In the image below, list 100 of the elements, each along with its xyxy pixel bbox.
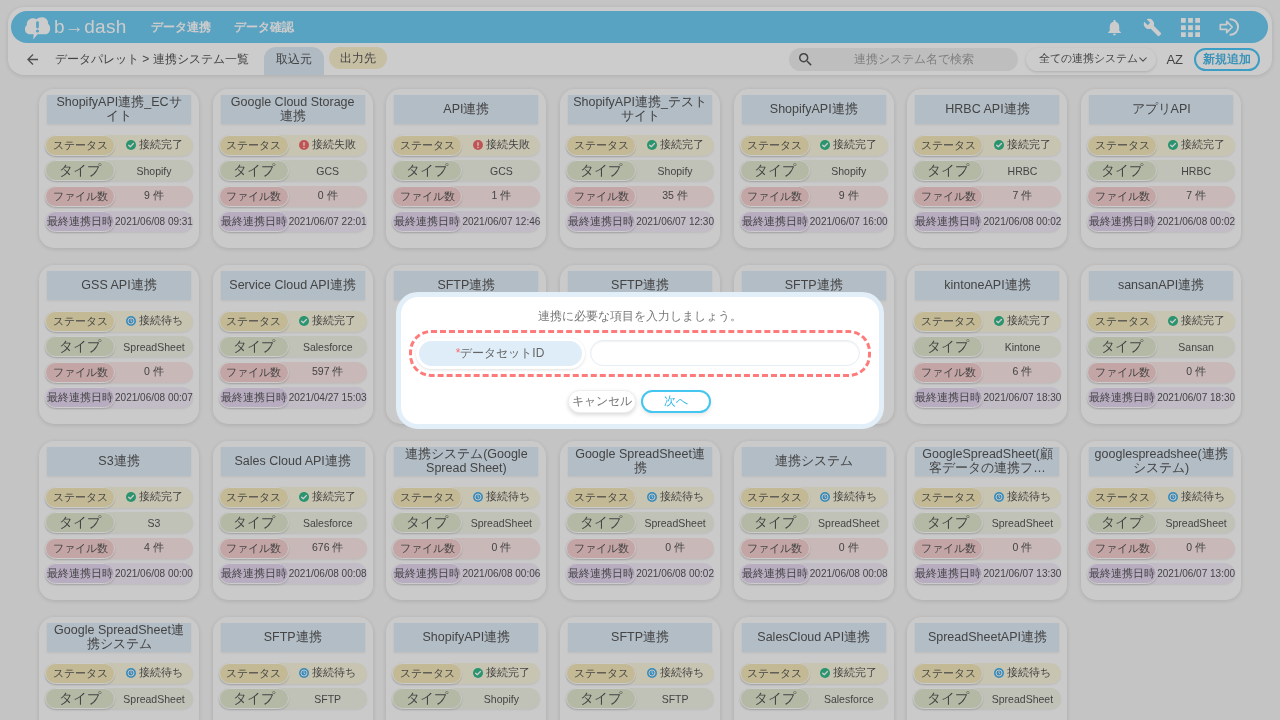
card[interactable]: SpreadSheetAPI連携 ステータス 接続待ち タイプ SpreadSheet [907, 617, 1068, 720]
check-circle-icon [125, 492, 136, 502]
field-label: タイプ [1087, 336, 1158, 357]
field-value: Shopify [483, 692, 519, 705]
field-label: ステータス [392, 486, 463, 508]
card[interactable]: HRBC API連携 ステータス 接続完了 タイプ HRBC ファイル数 7 件 最終連携日時 2021/06/08 00:02 [907, 89, 1068, 248]
field-label: タイプ [392, 512, 463, 533]
card[interactable]: アプリAPI ステータス 接続完了 タイプ HRBC ファイル数 7 件 最終連携日時 2021/06/08 00:02 [1081, 89, 1242, 248]
card[interactable]: 連携システム(Google Spread Sheet) ステータス 接続待ち タイプ SpreadSheet ファイル数 0 件 最終連携日時 2021/06/08 00:06 [386, 441, 547, 600]
card[interactable]: GoogleSpreadSheet(顧客データの連携フ… ステータス 接続待ち タイプ SpreadSheet ファイル数 0 件 最終連携日時 2021/06/07 13:30 [907, 441, 1068, 600]
field-value: 接続待ち [138, 666, 183, 680]
card[interactable]: SFTP連携 ステータス 接続待ち タイプ SFTP [212, 617, 373, 720]
field-label: 最終連携日時 [1087, 387, 1158, 408]
back-arrow-icon[interactable] [27, 53, 38, 65]
card[interactable]: ShopifyAPI連携 ステータス 接続完了 タイプ Shopify [386, 617, 547, 720]
field-value: 2021/06/08 00:06 [462, 568, 541, 579]
card-title: GoogleSpreadSheet(顧客データの連携フ… [915, 447, 1060, 476]
card[interactable]: SFTP連携 ステータス 接続待ち タイプ SFTP [560, 617, 721, 720]
check-circle-icon [299, 316, 310, 326]
card[interactable]: Google Cloud Storage 連携 ステータス 接続失敗 タイプ GCS ファイル数 0 件 最終連携日時 2021/06/07 22:01 [212, 89, 373, 248]
card[interactable]: 連携システム ステータス 接続待ち タイプ SpreadSheet ファイル数 0 件 最終連携日時 2021/06/08 00:08 [733, 441, 894, 600]
field-label: ファイル数 [1087, 185, 1158, 207]
login-icon[interactable] [1219, 17, 1240, 37]
clock-icon [472, 492, 483, 502]
field-label: ステータス [566, 134, 637, 156]
check-circle-icon [472, 668, 483, 678]
field-label: タイプ [218, 688, 289, 709]
card[interactable]: API連携 ステータス 接続失敗 タイプ GCS ファイル数 1 件 最終連携日時 2021/06/07 12:46 [386, 89, 547, 248]
clock-icon [646, 668, 657, 678]
check-circle-icon [1167, 316, 1178, 326]
tab[interactable]: 出力先 [328, 47, 387, 69]
field-label: ステータス [913, 486, 984, 508]
field-label: ファイル数 [566, 537, 637, 559]
card[interactable]: Sales Cloud API連携 ステータス 接続完了 タイプ Salesforce ファイル数 676 件 最終連携日時 2021/06/08 00:08 [212, 441, 373, 600]
field-label: タイプ [218, 160, 289, 181]
card[interactable]: SalesCloud API連携 ステータス 接続完了 タイプ Salesforce [733, 617, 894, 720]
card[interactable]: S3連携 ステータス 接続完了 タイプ S3 ファイル数 4 件 最終連携日時 2021/06/08 00:00 [39, 441, 199, 600]
field-value: SpreadSheet [644, 516, 706, 529]
card[interactable]: ShopifyAPI連携_ECサイト ステータス 接続完了 タイプ Shopify ファイル数 9 件 最終連携日時 2021/06/08 09:31 [39, 89, 199, 248]
card[interactable]: ShopifyAPI連携_テストサイト ステータス 接続完了 タイプ Shopify ファイル数 35 件 最終連携日時 2021/06/07 12:30 [560, 89, 721, 248]
bell-icon[interactable] [1105, 17, 1124, 37]
card[interactable]: kintoneAPI連携 ステータス 接続完了 タイプ Kintone ファイル数 6 件 最終連携日時 2021/06/07 18:30 [907, 265, 1068, 424]
field-value: 0 件 [317, 189, 338, 203]
cancel-button[interactable]: キャンセル [568, 389, 636, 413]
field-label: ステータス [392, 134, 463, 156]
field-value: Shopify [136, 164, 172, 177]
field-value: 接続失敗 [485, 138, 530, 152]
card[interactable]: Google SpreadSheet連携システム ステータス 接続待ち タイプ SpreadSheet [39, 617, 199, 720]
field-value: 接続待ち [1180, 490, 1225, 504]
field-label: ステータス [739, 134, 810, 156]
search-icon [799, 52, 813, 66]
clock-icon [993, 492, 1004, 502]
field-label: ステータス [739, 486, 810, 508]
field-value: Salesforce [302, 516, 353, 529]
field-label: ファイル数 [913, 537, 984, 559]
card-title: SFTP連携 [568, 623, 713, 652]
field-value: 接続待ち [312, 666, 357, 680]
wrench-icon[interactable] [1143, 17, 1162, 37]
card-title: 連携システム [741, 447, 886, 476]
field-label: タイプ [218, 336, 289, 357]
field-label: 最終連携日時 [392, 211, 463, 232]
sort-button[interactable]: AZ [1166, 49, 1183, 69]
tab[interactable]: 取込元 [263, 47, 324, 75]
field-value: 2021/06/08 09:31 [115, 216, 193, 227]
grid-icon[interactable] [1181, 17, 1200, 37]
field-label: ファイル数 [218, 185, 289, 207]
check-circle-icon [820, 668, 831, 678]
field-label: ステータス [566, 486, 637, 508]
field-value: 9 件 [838, 189, 859, 203]
card-title: ShopifyAPI連携_テストサイト [568, 95, 713, 124]
field-value: SpreadSheet [818, 516, 880, 529]
field-label: ファイル数 [913, 185, 984, 207]
field-value: SpreadSheet [991, 692, 1054, 705]
card-title: GSS API連携 [47, 271, 191, 300]
field-value: 1 件 [491, 189, 512, 203]
field-value: 接続完了 [138, 138, 183, 152]
card[interactable]: Google SpreadSheet連携 ステータス 接続待ち タイプ SpreadSheet ファイル数 0 件 最終連携日時 2021/06/08 00:02 [560, 441, 721, 600]
field-label: ステータス [392, 662, 463, 684]
card[interactable]: GSS API連携 ステータス 接続待ち タイプ SpreadSheet ファイル数 0 件 最終連携日時 2021/06/08 00:07 [39, 265, 199, 424]
field-value: 2021/06/07 13:00 [1157, 568, 1236, 579]
field-label: ステータス [1087, 486, 1158, 508]
card[interactable]: sansanAPI連携 ステータス 接続完了 タイプ Sansan ファイル数 0 件 最終連携日時 2021/06/07 18:30 [1081, 265, 1242, 424]
field-label: ステータス [739, 662, 810, 684]
clock-icon [125, 316, 136, 326]
field-label: ステータス [913, 662, 984, 684]
field-value: 2021/06/08 00:08 [809, 568, 888, 579]
filter-dropdown[interactable]: 全ての連携システム [1026, 47, 1157, 71]
field-label: ファイル数 [1087, 361, 1158, 383]
speech-bubble-logo-icon[interactable] [24, 14, 51, 40]
field-label: 最終連携日時 [45, 211, 115, 232]
card-title: SalesCloud API連携 [741, 623, 886, 652]
card[interactable]: Service Cloud API連携 ステータス 接続完了 タイプ Salesforce ファイル数 597 件 最終連携日時 2021/04/27 15:03 [212, 265, 373, 424]
field-label: ステータス [45, 134, 115, 156]
card-title: SFTP連携 [220, 623, 365, 652]
card-title: Google Cloud Storage 連携 [220, 95, 365, 124]
check-circle-icon [1167, 140, 1178, 150]
card[interactable]: ShopifyAPI連携 ステータス 接続完了 タイプ Shopify ファイル数 9 件 最終連携日時 2021/06/07 16:00 [733, 89, 894, 248]
field-label: ファイル数 [566, 185, 637, 207]
text-input-field[interactable] [589, 340, 860, 366]
card[interactable]: googlespreadshee(連携システム) ステータス 接続待ち タイプ SpreadSheet ファイル数 0 件 最終連携日時 2021/06/07 13:00 [1081, 441, 1242, 600]
